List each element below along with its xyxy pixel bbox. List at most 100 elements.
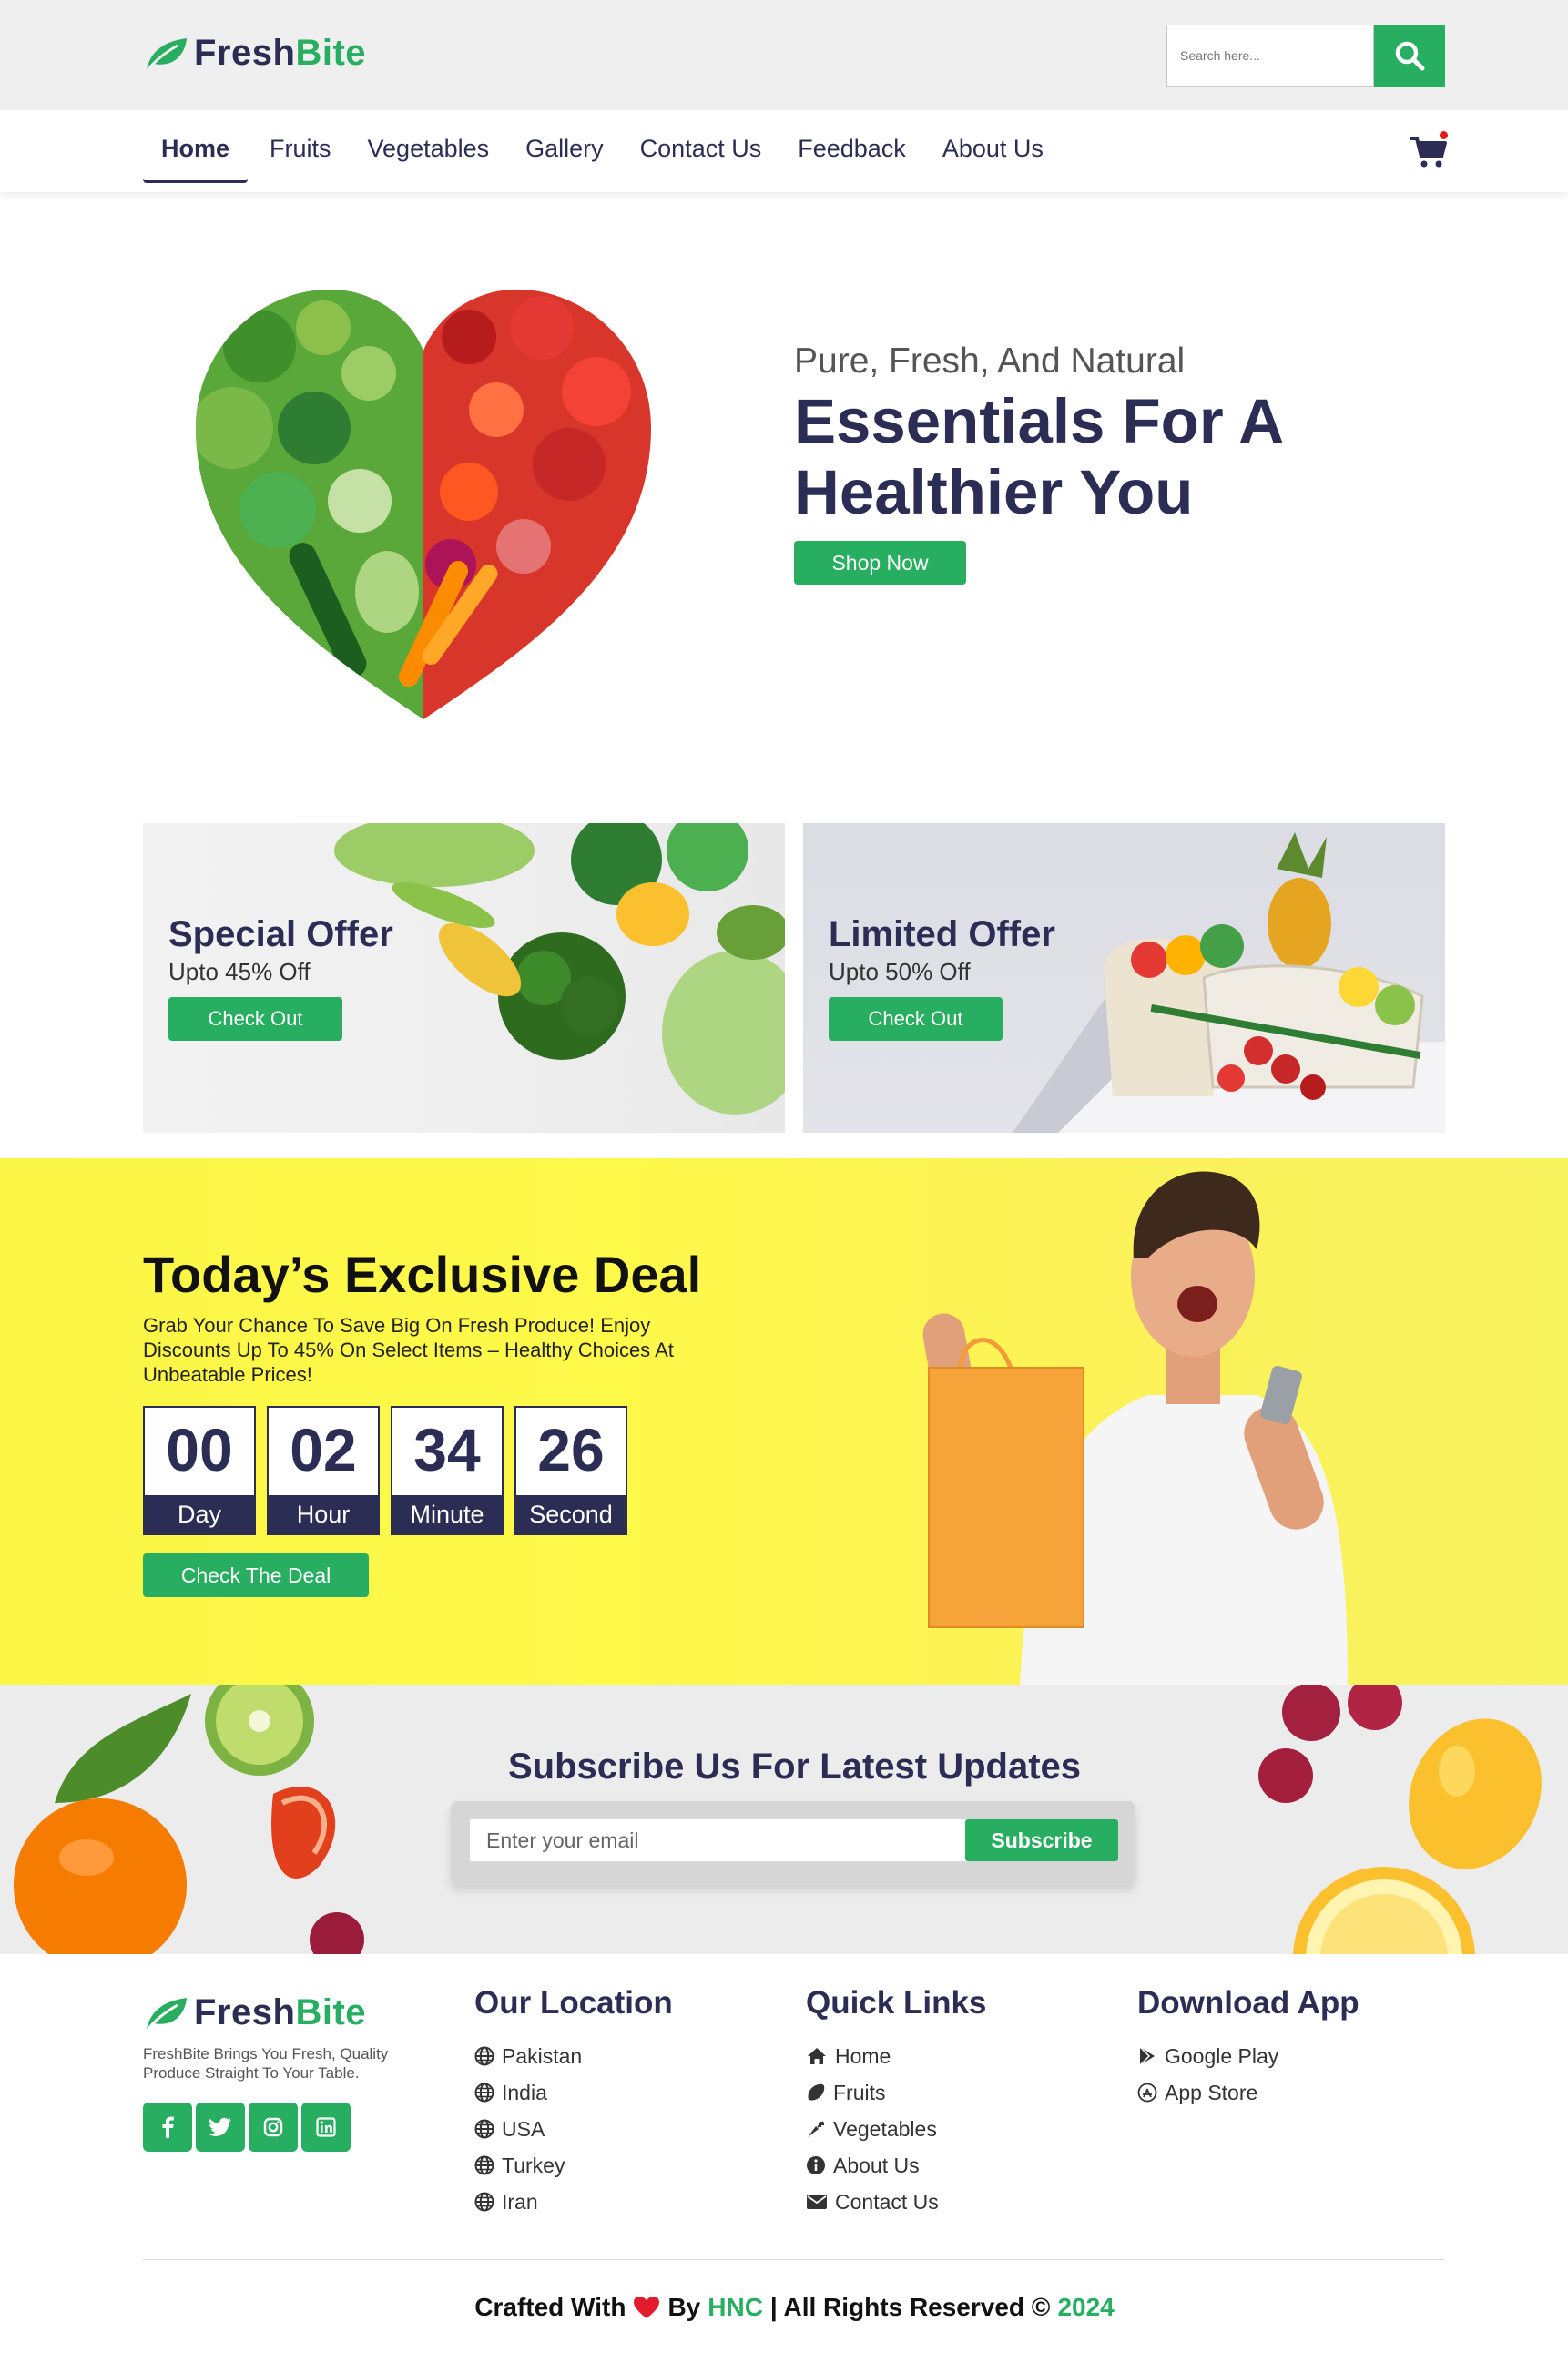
offer-title: Limited Offer (829, 914, 1055, 954)
top-bar: FreshBite (0, 0, 1568, 110)
special-offer-card: Special Offer Upto 45% Off Check Out (143, 823, 785, 1133)
countdown-second: 26 Second (514, 1406, 627, 1535)
copyright-author[interactable]: HNC (708, 2293, 763, 2322)
globe-icon (474, 2119, 494, 2139)
check-the-deal-button[interactable]: Check The Deal (143, 1553, 369, 1597)
location-item[interactable]: Pakistan (474, 2038, 673, 2074)
shop-now-button[interactable]: Shop Now (794, 541, 966, 585)
footer-quick-links-heading: Quick Links (806, 1985, 987, 2021)
nav-item-gallery[interactable]: Gallery (507, 119, 622, 183)
carrot-icon (808, 2121, 824, 2137)
quick-link-home[interactable]: Home (806, 2038, 986, 2074)
check-out-button[interactable]: Check Out (829, 997, 1003, 1041)
copyright-year: 2024 (1057, 2293, 1115, 2321)
copyright-rights: | All Rights Reserved © (769, 2293, 1051, 2321)
countdown-value: 02 (290, 1416, 357, 1483)
location-label: Iran (502, 2189, 538, 2214)
offer-subtitle: Upto 50% Off (829, 958, 971, 985)
linkedin-link[interactable] (301, 2103, 351, 2152)
cart-badge (1440, 131, 1448, 139)
nav-item-feedback[interactable]: Feedback (779, 119, 924, 183)
location-label: Turkey (502, 2153, 565, 2177)
globe-icon (474, 2192, 494, 2212)
subscribe-section: Subscribe Us For Latest Updates Subscrib… (0, 1685, 1568, 1954)
offer-subtitle: Upto 45% Off (168, 958, 311, 985)
google-play-link[interactable]: Google Play (1137, 2038, 1359, 2074)
footer-brand-logo[interactable]: FreshBite (143, 1992, 366, 2033)
quick-link-label: Home (835, 2043, 891, 2068)
subscribe-form: Subscribe (451, 1801, 1135, 1885)
brand-name-part1: Fresh (194, 33, 296, 73)
countdown-hour: 02 Hour (267, 1406, 380, 1535)
brand-logo[interactable]: FreshBite (143, 33, 366, 74)
nav-item-fruits[interactable]: Fruits (251, 119, 350, 183)
social-links (143, 2103, 351, 2152)
twitter-icon (209, 2117, 231, 2136)
search-button[interactable] (1374, 25, 1445, 87)
instagram-link[interactable] (249, 2103, 298, 2152)
quick-link-fruits[interactable]: Fruits (806, 2074, 986, 2111)
leaf-icon (145, 1997, 187, 2032)
footer-divider (143, 2259, 1445, 2260)
countdown-minute: 34 Minute (391, 1406, 504, 1535)
subscribe-button[interactable]: Subscribe (965, 1819, 1118, 1861)
location-label: Pakistan (502, 2043, 583, 2068)
brand-name-part2: Bite (295, 33, 367, 73)
footer-about-text: FreshBite Brings You Fresh, Quality Prod… (143, 2045, 389, 2082)
deal-description: Grab Your Chance To Save Big On Fresh Pr… (143, 1314, 674, 1386)
countdown-value: 26 (537, 1416, 605, 1483)
app-store-link[interactable]: App Store (1137, 2074, 1359, 2111)
home-icon (808, 2048, 826, 2064)
countdown-day: 00 Day (143, 1406, 256, 1535)
globe-icon (474, 2046, 494, 2066)
download-label: App Store (1165, 2080, 1258, 2104)
copyright-by: By (667, 2293, 701, 2321)
email-field[interactable] (470, 1819, 971, 1861)
countdown-value: 00 (166, 1416, 233, 1483)
exclusive-deal-section: Today’s Exclusive Deal Grab Your Chance … (0, 1158, 1568, 1685)
app-store-icon (1137, 2083, 1157, 2103)
brand-name-part1: Fresh (194, 1992, 296, 2032)
location-item[interactable]: USA (474, 2111, 673, 2147)
location-item[interactable]: Turkey (474, 2147, 673, 2184)
quick-link-vegetables[interactable]: Vegetables (806, 2111, 986, 2147)
brand-name: FreshBite (194, 1992, 366, 2033)
twitter-link[interactable] (196, 2103, 245, 2152)
footer-download-column: Download App Google Play App Store (1137, 1985, 1359, 2111)
quick-link-contact-us[interactable]: Contact Us (806, 2184, 986, 2220)
nav-item-contact-us[interactable]: Contact Us (622, 119, 780, 183)
location-item[interactable]: Iran (474, 2184, 673, 2220)
search-bar (1166, 25, 1445, 87)
quick-link-label: About Us (833, 2153, 920, 2177)
fruits-left-image (14, 1685, 364, 1954)
countdown-label: Second (516, 1495, 626, 1533)
vegetables-image (334, 823, 785, 1115)
location-label: India (502, 2080, 547, 2104)
brand-name: FreshBite (194, 33, 366, 74)
main-nav: Home Fruits Vegetables Gallery Contact U… (0, 110, 1568, 192)
leaf-icon (145, 37, 187, 72)
countdown-value: 34 (413, 1416, 481, 1483)
linkedin-icon (316, 2117, 336, 2137)
info-icon (807, 2156, 825, 2174)
nav-item-vegetables[interactable]: Vegetables (350, 119, 508, 183)
subscribe-title: Subscribe Us For Latest Updates (507, 1747, 1082, 1787)
facebook-link[interactable] (143, 2103, 192, 2152)
check-out-button[interactable]: Check Out (168, 997, 342, 1041)
location-item[interactable]: India (474, 2074, 673, 2111)
envelope-icon (807, 2195, 827, 2209)
download-label: Google Play (1165, 2043, 1279, 2068)
nav-item-about-us[interactable]: About Us (924, 119, 1062, 183)
fruits-right-image (1258, 1685, 1542, 1954)
search-input[interactable] (1166, 25, 1374, 87)
quick-link-about-us[interactable]: About Us (806, 2147, 986, 2184)
globe-icon (474, 2083, 494, 2103)
copyright-line: Crafted With By HNC | All Rights Reserve… (0, 2293, 1568, 2322)
quick-link-label: Fruits (833, 2080, 886, 2104)
footer-location-column: Our Location Pakistan India USA Turkey I… (474, 1985, 673, 2220)
search-icon (1395, 41, 1425, 71)
countdown-label: Day (145, 1495, 254, 1533)
countdown-label: Minute (392, 1495, 502, 1533)
deal-title: Today’s Exclusive Deal (143, 1246, 702, 1303)
nav-item-home[interactable]: Home (143, 119, 249, 183)
